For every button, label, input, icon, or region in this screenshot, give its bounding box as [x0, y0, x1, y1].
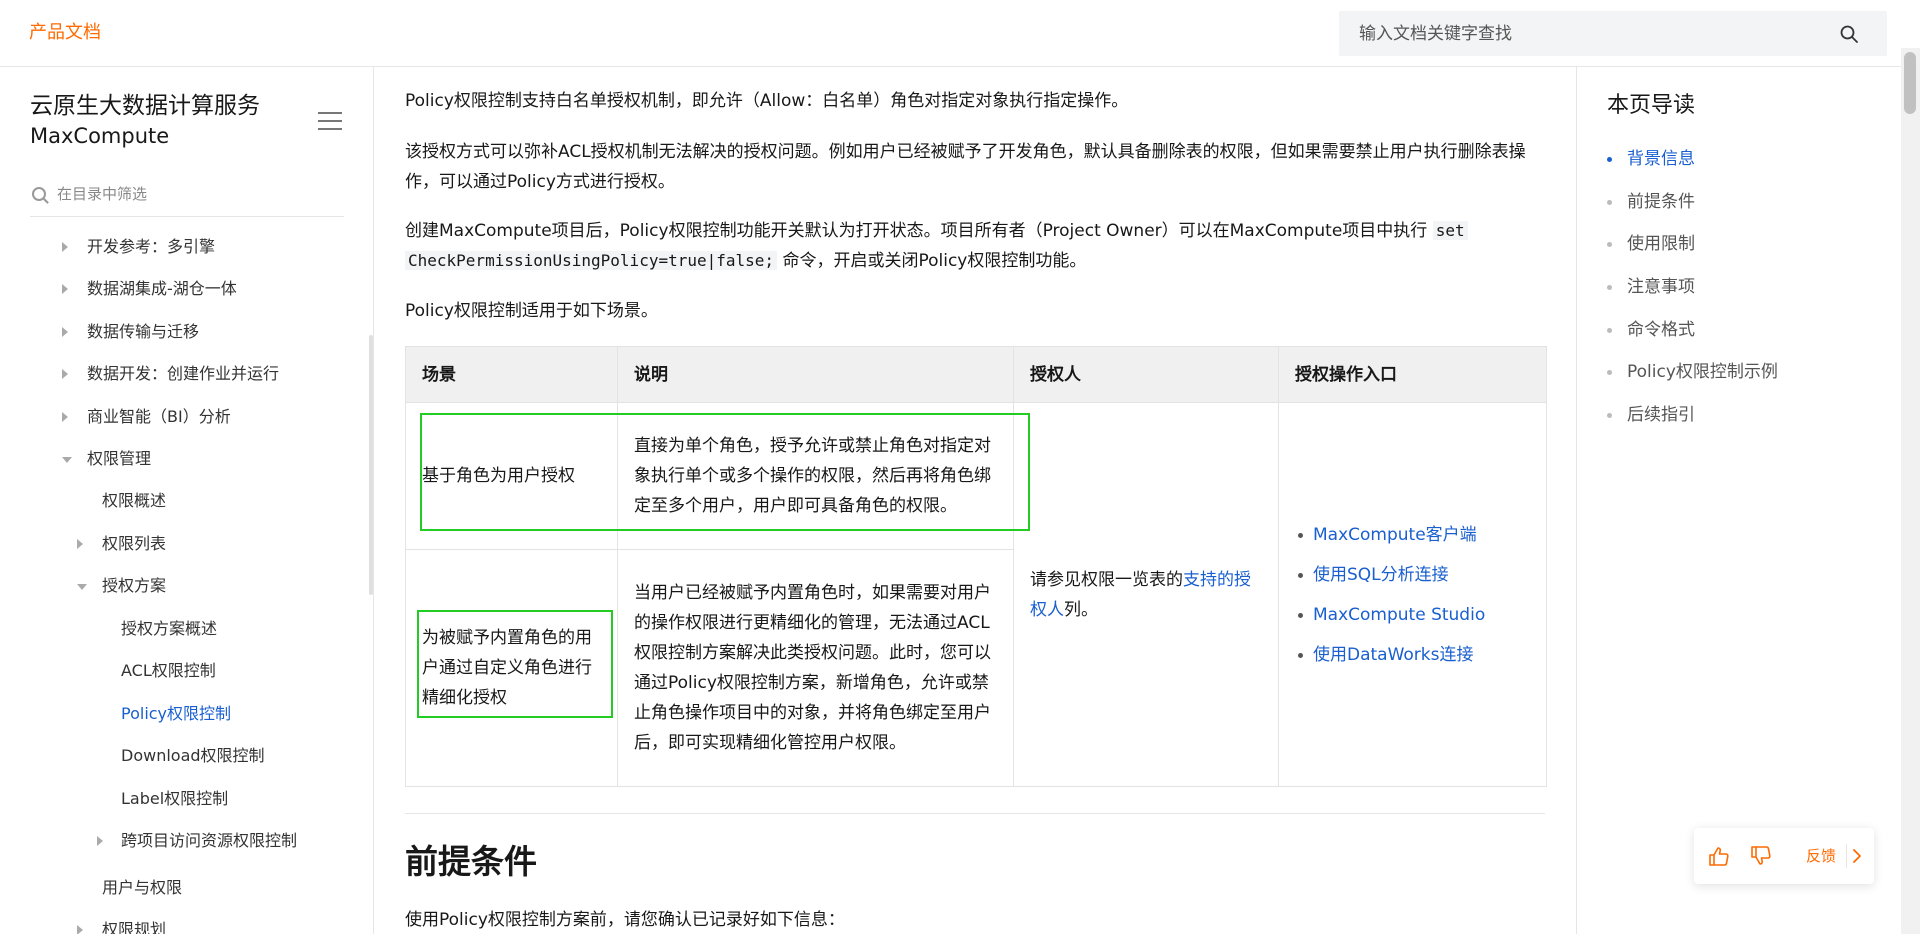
feedback-widget: 反馈 [1694, 828, 1874, 884]
toc-item[interactable]: Policy权限控制示例 [1627, 360, 1778, 384]
catalog-filter[interactable]: 在目录中筛选 [30, 177, 344, 217]
entry-link[interactable]: 使用SQL分析连接 [1313, 565, 1449, 585]
hamburger-menu-icon[interactable] [318, 112, 342, 132]
search-icon [32, 187, 46, 201]
inline-code: set [1432, 221, 1468, 240]
toc-bullet [1607, 157, 1612, 162]
list-item: 使用DataWorks连接 [1295, 635, 1530, 675]
paragraph: 创建MaxCompute项目后，Policy权限控制功能开关默认为打开状态。项目… [405, 216, 1545, 276]
sidebar-scrollbar[interactable] [369, 335, 373, 595]
toc-bullet [1607, 370, 1612, 375]
table-header-cell: 场景 [405, 346, 618, 403]
table-header-cell: 说明 [617, 346, 1014, 403]
catalog-filter-input[interactable]: 在目录中筛选 [57, 183, 147, 205]
inline-code: CheckPermissionUsingPolicy=true|false; [405, 251, 778, 270]
sidebar-item-auth-scheme[interactable]: 授权方案 [102, 575, 166, 597]
sidebar-item[interactable]: 用户与权限 [102, 877, 182, 899]
toc-bullet [1607, 200, 1612, 205]
sidebar-item[interactable]: 权限列表 [102, 533, 166, 555]
toc-item[interactable]: 命令格式 [1627, 318, 1695, 342]
thumbs-down-icon[interactable] [1750, 846, 1772, 866]
section-divider [405, 813, 1545, 814]
entry-link[interactable]: MaxCompute Studio [1313, 605, 1485, 625]
list-item: MaxCompute客户端 [1295, 515, 1530, 555]
page-toc: 本页导读 背景信息 前提条件 使用限制 注意事项 命令格式 Policy权限控制… [1576, 67, 1886, 934]
table-cell: 为被赋予内置角色的用户通过自定义角色进行精细化授权 [405, 549, 618, 787]
search-icon[interactable] [1839, 24, 1859, 44]
toc-bullet [1607, 285, 1612, 290]
section-heading-prerequisites: 前提条件 [405, 842, 537, 881]
top-header: 产品文档 输入文档关键字查找 [0, 0, 1920, 67]
caret-right-icon[interactable] [62, 327, 68, 337]
product-title: 云原生大数据计算服务 [30, 93, 260, 119]
page-scrollbar-track[interactable] [1901, 48, 1920, 934]
paragraph: 该授权方式可以弥补ACL授权机制无法解决的授权问题。例如用户已经被赋予了开发角色… [405, 142, 1526, 192]
sidebar-item[interactable]: 数据湖集成-湖仓一体 [87, 278, 237, 300]
toc-item[interactable]: 注意事项 [1627, 275, 1695, 299]
table-cell: 当用户已经被赋予内置角色时，如果需要对用户的操作权限进行更精细化的管理，无法通过… [617, 549, 1014, 787]
entry-list: MaxCompute客户端 使用SQL分析连接 MaxCompute Studi… [1295, 515, 1530, 675]
product-docs-link[interactable]: 产品文档 [29, 20, 101, 46]
caret-right-icon[interactable] [62, 369, 68, 379]
cell-text: 请参见权限一览表的 [1030, 569, 1183, 590]
toc-bullet [1607, 242, 1612, 247]
entry-link[interactable]: MaxCompute客户端 [1313, 525, 1477, 545]
list-item: MaxCompute Studio [1295, 595, 1530, 635]
sidebar-item[interactable]: 数据开发：创建作业并运行 [87, 363, 279, 385]
table-header-cell: 授权人 [1013, 346, 1279, 403]
paragraph-text: 创建MaxCompute项目后，Policy权限控制功能开关默认为打开状态。项目… [405, 221, 1433, 241]
caret-right-icon[interactable] [77, 925, 83, 934]
toc-item[interactable]: 后续指引 [1627, 403, 1695, 427]
sidebar-item[interactable]: 权限规划 [102, 919, 166, 934]
toc-item[interactable]: 使用限制 [1627, 232, 1695, 256]
thumbs-up-icon[interactable] [1708, 846, 1730, 866]
cell-text: 列。 [1064, 599, 1098, 620]
paragraph: Policy权限控制支持白名单授权机制，即允许（Allow：白名单）角色对指定对… [405, 91, 1129, 111]
caret-right-icon[interactable] [97, 836, 103, 846]
sidebar-item-policy-active[interactable]: Policy权限控制 [121, 703, 231, 725]
doc-search-input[interactable]: 输入文档关键字查找 [1359, 22, 1512, 46]
doc-search-box[interactable]: 输入文档关键字查找 [1339, 11, 1887, 56]
list-item: 使用SQL分析连接 [1295, 555, 1530, 595]
caret-down-icon[interactable] [62, 457, 72, 463]
table-row: 基于角色为用户授权 直接为单个角色，授予允许或禁止角色对指定对象执行单个或多个操… [405, 402, 1547, 787]
toc-item-background[interactable]: 背景信息 [1627, 147, 1695, 171]
scenario-table: 场景 说明 授权人 授权操作入口 基于角色为用户授权 直接为单个角色，授予允许或… [405, 346, 1547, 787]
caret-right-icon[interactable] [62, 412, 68, 422]
table-cell: MaxCompute客户端 使用SQL分析连接 MaxCompute Studi… [1278, 402, 1547, 787]
paragraph-text: 命令，开启或关闭Policy权限控制功能。 [777, 251, 1087, 271]
toc-bullet [1607, 328, 1612, 333]
caret-right-icon[interactable] [62, 284, 68, 294]
sidebar-item[interactable]: Label权限控制 [121, 788, 228, 810]
table-header-row: 场景 说明 授权人 授权操作入口 [405, 346, 1547, 403]
sidebar-item[interactable]: 权限概述 [102, 490, 166, 512]
toc-title: 本页导读 [1607, 93, 1696, 118]
caret-down-icon[interactable] [77, 584, 87, 590]
page-scrollbar-thumb[interactable] [1904, 52, 1916, 114]
paragraph: Policy权限控制适用于如下场景。 [405, 301, 658, 321]
sidebar-item[interactable]: Download权限控制 [121, 745, 265, 767]
table-cell: 请参见权限一览表的支持的授权人列。 [1013, 402, 1279, 787]
table-header-cell: 授权操作入口 [1278, 346, 1547, 403]
feedback-button[interactable]: 反馈 [1806, 845, 1836, 867]
sidebar-item[interactable]: 开发参考：多引擎 [87, 236, 215, 258]
caret-right-icon[interactable] [62, 242, 68, 252]
toc-bullet [1607, 413, 1612, 418]
sidebar-item[interactable]: 跨项目访问资源权限控制 [121, 830, 297, 852]
table-cell: 直接为单个角色，授予允许或禁止角色对指定对象执行单个或多个操作的权限，然后再将角… [617, 402, 1014, 550]
entry-link[interactable]: 使用DataWorks连接 [1313, 645, 1474, 665]
chevron-right-icon[interactable] [1846, 846, 1868, 866]
left-sidebar: 云原生大数据计算服务 MaxCompute 在目录中筛选 开发参考：多引擎 数据… [0, 67, 374, 934]
sidebar-item[interactable]: 数据传输与迁移 [87, 321, 199, 343]
sidebar-item-permission-management[interactable]: 权限管理 [87, 448, 151, 470]
sidebar-item[interactable]: ACL权限控制 [121, 660, 216, 682]
caret-right-icon[interactable] [77, 539, 83, 549]
paragraph: 使用Policy权限控制方案前，请您确认已记录好如下信息： [405, 910, 845, 930]
table-cell: 基于角色为用户授权 [405, 402, 618, 550]
product-subtitle: MaxCompute [30, 124, 170, 148]
sidebar-item[interactable]: 授权方案概述 [121, 618, 217, 640]
toc-item[interactable]: 前提条件 [1627, 190, 1695, 214]
sidebar-item[interactable]: 商业智能（BI）分析 [87, 406, 231, 428]
